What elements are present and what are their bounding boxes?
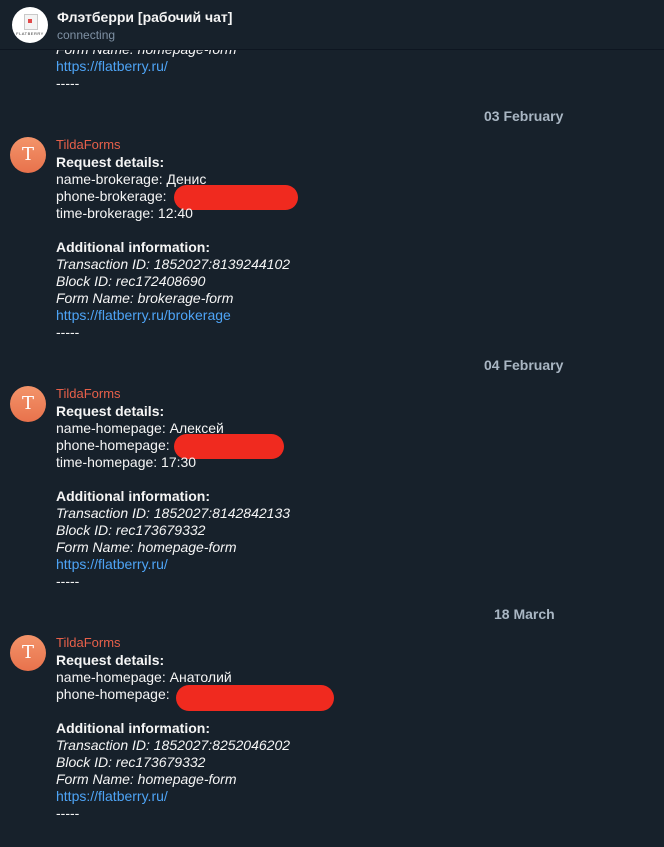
separator-line: -----	[56, 324, 80, 340]
message-link[interactable]: https://flatberry.ru/	[56, 556, 168, 573]
chat-avatar[interactable]: FLATBERRY	[12, 7, 48, 43]
separator-line: -----	[56, 573, 80, 589]
field-line: time-brokerage: 12:40	[56, 205, 193, 221]
date-separator: 03 February	[484, 108, 564, 124]
block-id-line: Block ID: rec173679332	[56, 754, 206, 770]
sender-name[interactable]: TildaForms	[56, 386, 121, 401]
additional-info-heading: Additional information:	[56, 720, 210, 736]
sender-avatar[interactable]: T	[10, 386, 46, 422]
message-link[interactable]: https://flatberry.ru/brokerage	[56, 307, 231, 324]
logo-text: FLATBERRY	[16, 31, 44, 36]
form-name-line: Form Name: homepage-form	[56, 539, 237, 555]
sender-avatar[interactable]: T	[10, 137, 46, 173]
transaction-id-line: Transaction ID: 1852027:8252046202	[56, 737, 291, 753]
request-details-heading: Request details:	[56, 154, 165, 170]
additional-info-heading: Additional information:	[56, 239, 210, 255]
date-separator: 18 March	[494, 606, 555, 622]
form-name-line: Form Name: brokerage-form	[56, 290, 234, 306]
request-details-heading: Request details:	[56, 403, 165, 419]
sender-name[interactable]: TildaForms	[56, 635, 121, 650]
field-line: time-homepage: 17:30	[56, 454, 197, 470]
message-list[interactable]: Form Name: homepage-form https://flatber…	[0, 0, 664, 847]
sender-name[interactable]: TildaForms	[56, 137, 121, 152]
request-details-heading: Request details:	[56, 652, 165, 668]
chat-status: connecting	[57, 28, 116, 42]
transaction-id-line: Transaction ID: 1852027:8142842133	[56, 505, 291, 521]
date-separator: 04 February	[484, 357, 564, 373]
chat-header[interactable]: FLATBERRY Флэтберри [рабочий чат] connec…	[0, 0, 664, 50]
separator-line: -----	[56, 75, 80, 91]
redaction-mark	[176, 685, 334, 711]
field-line: name-homepage: Анатолий	[56, 669, 232, 685]
additional-info-heading: Additional information:	[56, 488, 210, 504]
transaction-id-line: Transaction ID: 1852027:8139244102	[56, 256, 291, 272]
separator-line: -----	[56, 805, 80, 821]
logo-icon	[24, 14, 38, 30]
field-line: phone-homepage:	[56, 686, 170, 702]
field-line: phone-brokerage:	[56, 188, 167, 204]
message-link[interactable]: https://flatberry.ru/	[56, 58, 168, 75]
field-line: phone-homepage:	[56, 437, 170, 453]
sender-avatar[interactable]: T	[10, 635, 46, 671]
block-id-line: Block ID: rec172408690	[56, 273, 206, 289]
message-link[interactable]: https://flatberry.ru/	[56, 788, 168, 805]
form-name-line: Form Name: homepage-form	[56, 771, 237, 787]
block-id-line: Block ID: rec173679332	[56, 522, 206, 538]
chat-title[interactable]: Флэтберри [рабочий чат]	[57, 9, 232, 25]
